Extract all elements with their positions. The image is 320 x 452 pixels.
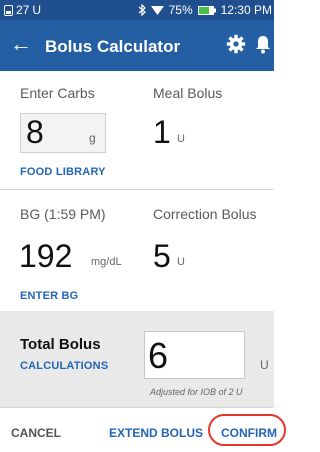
enter-bg-link[interactable]: ENTER BG	[20, 290, 78, 302]
carbs-unit: g	[89, 131, 96, 145]
extend-bolus-button[interactable]: EXTEND BOLUS	[109, 426, 203, 440]
app-bar: ← Bolus Calculator	[0, 20, 274, 71]
bluetooth-icon	[138, 4, 146, 16]
calculations-link[interactable]: CALCULATIONS	[20, 360, 108, 372]
status-left: 27 U	[4, 3, 41, 17]
meal-bolus-value: 1	[153, 114, 171, 150]
status-left-icon: U	[32, 3, 42, 17]
bg-label: BG (1:59 PM)	[20, 206, 106, 222]
status-left-text: 27	[16, 3, 30, 17]
food-library-link[interactable]: FOOD LIBRARY	[20, 166, 106, 178]
total-bolus-unit: U	[260, 358, 269, 372]
correction-bolus-label: Correction Bolus	[153, 206, 257, 222]
bg-value: 192	[19, 238, 73, 274]
carbs-label: Enter Carbs	[20, 85, 95, 101]
correction-bolus-unit: U	[177, 256, 185, 268]
meal-bolus-label: Meal Bolus	[153, 85, 223, 101]
confirm-button[interactable]: CONFIRM	[221, 426, 277, 440]
carbs-value: 8	[26, 114, 44, 150]
back-arrow-icon[interactable]: ←	[10, 33, 32, 55]
bell-icon[interactable]	[254, 34, 272, 54]
status-bar: 27 U 75% 12:30 PM	[0, 0, 274, 20]
total-bolus-label: Total Bolus	[20, 336, 101, 353]
notification-icon	[4, 4, 13, 16]
cancel-button[interactable]: CANCEL	[11, 426, 61, 440]
action-divider	[0, 407, 274, 408]
battery-icon	[197, 5, 216, 15]
status-time: 12:30 PM	[220, 3, 272, 17]
battery-percent: 75%	[168, 3, 193, 17]
correction-bolus-value: 5	[153, 238, 171, 274]
gear-icon[interactable]	[226, 34, 246, 54]
page-title: Bolus Calculator	[45, 37, 181, 56]
wifi-icon	[150, 5, 164, 15]
iob-adjust-note: Adjusted for IOB of 2 U	[150, 387, 243, 397]
total-bolus-value: 6	[148, 335, 169, 376]
divider	[0, 189, 274, 190]
meal-bolus-unit: U	[177, 133, 185, 145]
status-right: 75% 12:30 PM	[138, 3, 272, 17]
bg-unit: mg/dL	[91, 256, 122, 268]
